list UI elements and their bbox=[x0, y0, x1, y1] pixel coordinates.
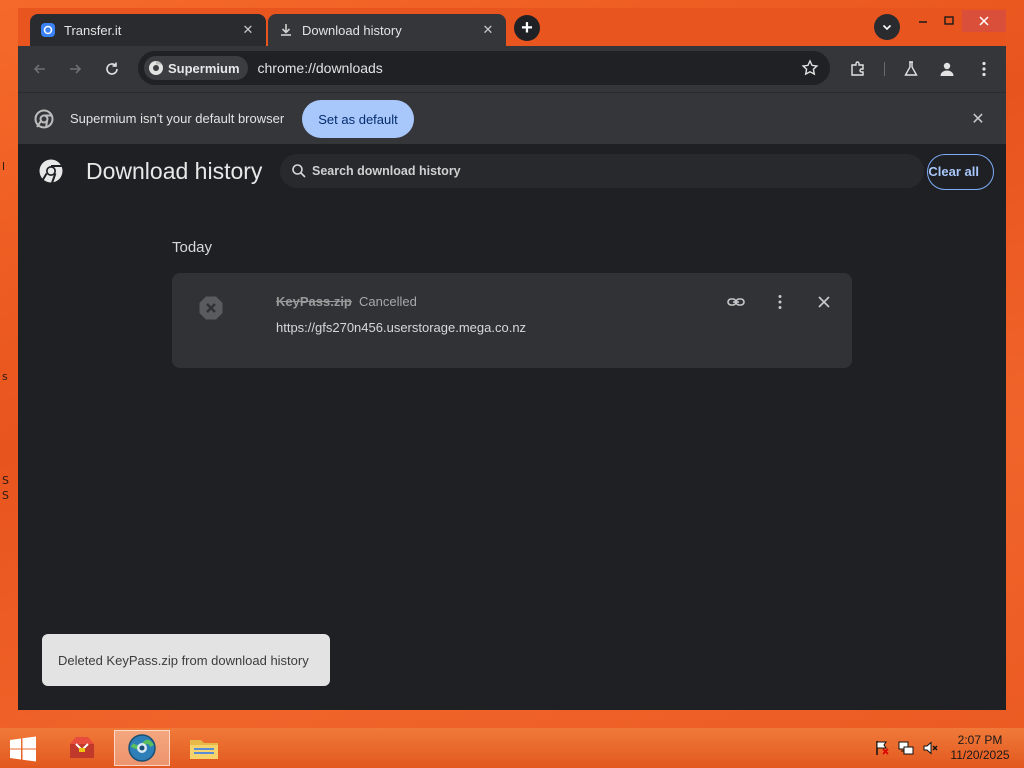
toast-notification: Deleted KeyPass.zip from download histor… bbox=[42, 634, 330, 686]
close-icon bbox=[979, 16, 989, 26]
downloads-header: Download history Clear all bbox=[18, 144, 1006, 200]
transfer-icon bbox=[40, 22, 56, 38]
search-input[interactable] bbox=[312, 164, 872, 178]
cancelled-icon bbox=[198, 295, 224, 321]
action-center-flag-icon[interactable] bbox=[873, 740, 891, 756]
tab-search-button[interactable] bbox=[874, 14, 900, 40]
set-as-default-button[interactable]: Set as default bbox=[302, 100, 414, 138]
desktop-edge-glyph: l bbox=[2, 160, 6, 173]
taskbar-clock[interactable]: 2:07 PM 11/20/2025 bbox=[942, 733, 1018, 763]
volume-muted-icon[interactable] bbox=[921, 740, 939, 756]
desktop-edge-glyph: S bbox=[2, 489, 9, 502]
extensions-button[interactable] bbox=[845, 56, 871, 82]
infobar-close-icon[interactable]: ✕ bbox=[968, 109, 988, 129]
minimize-button[interactable] bbox=[912, 10, 934, 32]
windows-start-icon[interactable] bbox=[8, 736, 38, 762]
site-chip-label: Supermium bbox=[168, 60, 240, 76]
desktop-edge-glyph: S bbox=[2, 474, 9, 487]
download-icon bbox=[278, 22, 294, 38]
download-status: Cancelled bbox=[359, 294, 417, 309]
toolbox-icon bbox=[70, 737, 94, 758]
remove-from-list-icon[interactable] bbox=[812, 290, 836, 314]
browser-window: Transfer.it ✕ Download history ✕ + Super… bbox=[18, 8, 1006, 710]
address-bar[interactable]: Supermium chrome://downloads bbox=[138, 51, 830, 85]
toolbar-divider bbox=[884, 62, 885, 76]
folder-icon bbox=[190, 740, 218, 759]
puzzle-icon bbox=[851, 61, 864, 76]
taskbar: 2:07 PM 11/20/2025 bbox=[0, 728, 1024, 768]
arrow-right-icon bbox=[70, 64, 82, 74]
reload-icon bbox=[106, 62, 118, 75]
date-section-header: Today bbox=[172, 239, 213, 256]
taskbar-app-file-explorer[interactable] bbox=[176, 730, 232, 766]
labs-button[interactable] bbox=[898, 56, 924, 82]
download-file-name[interactable]: KeyPass.zip bbox=[276, 294, 352, 309]
new-tab-button[interactable]: + bbox=[514, 15, 540, 41]
network-icon[interactable] bbox=[897, 740, 915, 756]
clock-time: 2:07 PM bbox=[957, 733, 1003, 747]
minimize-icon bbox=[919, 21, 927, 23]
download-item: KeyPass.zip Cancelled https://gfs270n456… bbox=[172, 273, 852, 368]
maximize-icon bbox=[944, 16, 954, 25]
reload-button[interactable] bbox=[99, 56, 125, 82]
supermium-logo-icon bbox=[148, 60, 164, 76]
window-close-button[interactable] bbox=[962, 10, 1006, 32]
site-info-chip[interactable]: Supermium bbox=[144, 56, 248, 80]
arrow-left-icon bbox=[33, 64, 45, 74]
desktop-edge-glyph: s bbox=[2, 370, 8, 383]
copy-link-icon[interactable] bbox=[724, 290, 748, 314]
tab-title: Download history bbox=[302, 22, 402, 38]
download-source-url[interactable]: https://gfs270n456.userstorage.mega.co.n… bbox=[276, 320, 526, 335]
chevron-down-icon bbox=[882, 24, 892, 31]
toast-message: Deleted KeyPass.zip from download histor… bbox=[58, 652, 309, 668]
forward-button[interactable] bbox=[62, 56, 88, 82]
chrome-logo-icon bbox=[38, 158, 64, 184]
clock-date: 11/20/2025 bbox=[950, 748, 1010, 762]
bookmark-star-icon[interactable] bbox=[800, 58, 820, 78]
tab-title: Transfer.it bbox=[64, 22, 122, 38]
page-title: Download history bbox=[86, 158, 263, 184]
menu-button[interactable] bbox=[971, 56, 997, 82]
more-actions-icon[interactable] bbox=[768, 290, 792, 314]
close-icon[interactable]: ✕ bbox=[480, 22, 496, 38]
browser-globe-icon bbox=[128, 734, 156, 762]
tab-transfer-it[interactable]: Transfer.it ✕ bbox=[30, 14, 266, 46]
taskbar-app-toolbox[interactable] bbox=[54, 730, 110, 766]
close-icon[interactable]: ✕ bbox=[240, 22, 256, 38]
default-browser-infobar: Supermium isn't your default browser Set… bbox=[18, 92, 1006, 144]
tab-download-history[interactable]: Download history ✕ bbox=[268, 14, 506, 46]
url-text[interactable]: chrome://downloads bbox=[258, 60, 383, 76]
search-icon bbox=[290, 162, 308, 180]
avatar-icon bbox=[940, 62, 954, 76]
profile-button[interactable] bbox=[934, 56, 960, 82]
back-button[interactable] bbox=[27, 56, 53, 82]
browser-toolbar: Supermium chrome://downloads bbox=[18, 46, 1006, 92]
downloads-page: Download history Clear all Today KeyPass… bbox=[18, 144, 1006, 710]
infobar-message: Supermium isn't your default browser bbox=[70, 111, 285, 126]
clear-all-button[interactable]: Clear all bbox=[927, 154, 994, 190]
search-download-history[interactable] bbox=[280, 154, 924, 188]
taskbar-app-browser[interactable] bbox=[114, 730, 170, 766]
more-vert-icon bbox=[982, 61, 986, 77]
flask-icon bbox=[904, 61, 918, 76]
supermium-logo-icon bbox=[34, 109, 54, 129]
maximize-button[interactable] bbox=[938, 10, 960, 32]
